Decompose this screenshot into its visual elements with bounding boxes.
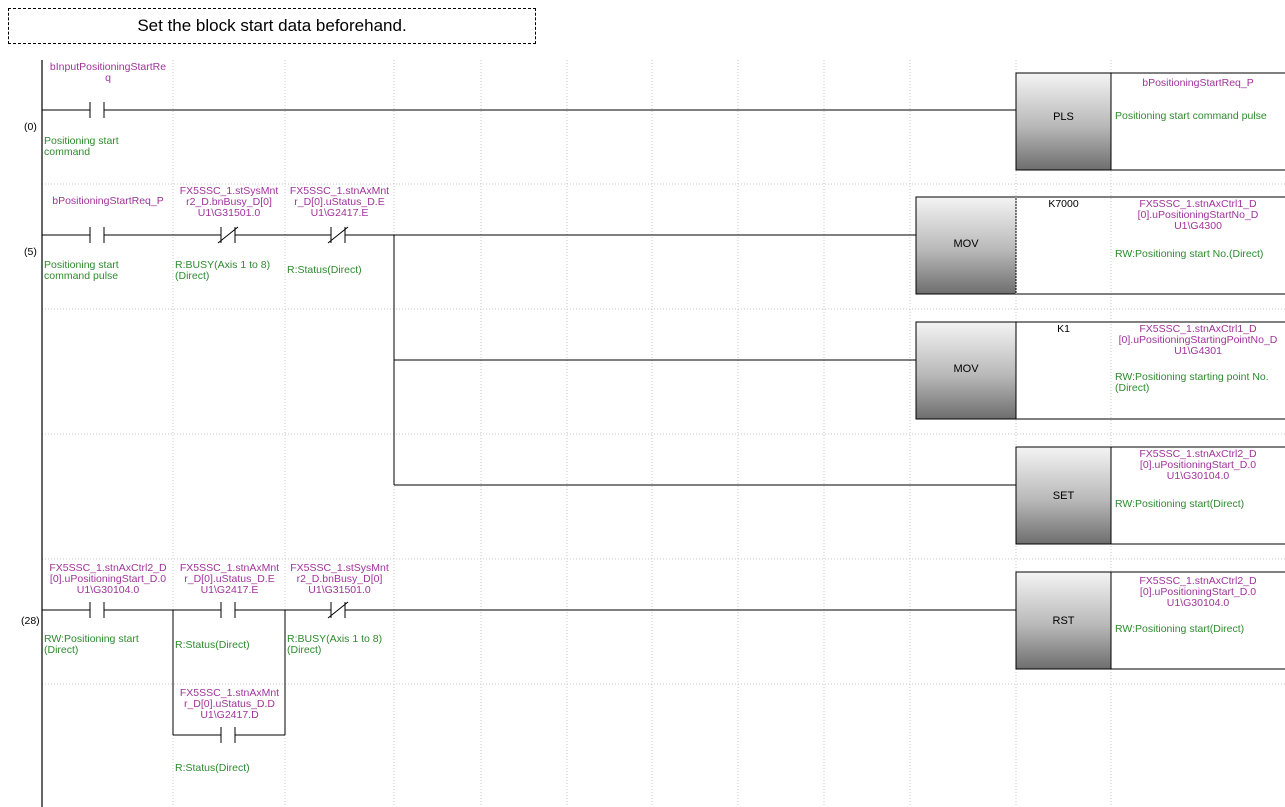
- contact-device-label[interactable]: FX5SSC_1.stnAxMnt r_D[0].uStatus_D.E U1\…: [174, 563, 285, 596]
- contact-device-label[interactable]: FX5SSC_1.stSysMnt r2_D.bnBusy_D[0] U1\G3…: [285, 563, 394, 596]
- contact-device-label[interactable]: bInputPositioningStartRe q: [44, 62, 172, 84]
- rst-destination-comment: RW:Positioning start(Direct): [1115, 623, 1245, 635]
- contact-comment: R:BUSY(Axis 1 to 8) (Direct): [175, 259, 271, 282]
- contact-comment: RW:Positioning start (Direct): [44, 633, 139, 656]
- contact-comment: Positioning start command: [44, 135, 119, 158]
- coil-comment: Positioning start command pulse: [1115, 110, 1267, 122]
- set-destination-device[interactable]: FX5SSC_1.stnAxCtrl2_D [0].uPositioningSt…: [1111, 449, 1285, 482]
- set-instruction-label: SET: [1052, 490, 1075, 502]
- contact-device-label[interactable]: bPositioningStartReq_P: [44, 196, 172, 207]
- rst-destination-device[interactable]: FX5SSC_1.stnAxCtrl2_D [0].uPositioningSt…: [1111, 576, 1285, 609]
- mov-instruction-label: MOV: [953, 238, 979, 250]
- mov-source-operand[interactable]: K7000: [1016, 199, 1111, 210]
- mov-source-operand[interactable]: K1: [1016, 324, 1111, 335]
- pls-instruction-label: PLS: [1053, 111, 1074, 123]
- mov-destination-comment: RW:Positioning start No.(Direct): [1115, 248, 1264, 260]
- contact-device-label[interactable]: FX5SSC_1.stSysMnt r2_D.bnBusy_D[0] U1\G3…: [174, 186, 284, 219]
- contact-comment: R:Status(Direct): [175, 762, 250, 774]
- contact-device-label[interactable]: FX5SSC_1.stnAxMnt r_D[0].uStatus_D.D U1\…: [174, 688, 285, 721]
- contact-comment: R:Status(Direct): [287, 264, 362, 276]
- step-number-28: (28): [21, 615, 40, 627]
- step-number-5: (5): [24, 246, 37, 258]
- contact-device-label[interactable]: FX5SSC_1.stnAxMnt r_D[0].uStatus_D.E U1\…: [285, 186, 394, 219]
- set-destination-comment: RW:Positioning start(Direct): [1115, 498, 1245, 510]
- mov-destination-comment: RW:Positioning starting point No. (Direc…: [1115, 371, 1269, 394]
- mov-destination-device[interactable]: FX5SSC_1.stnAxCtrl1_D [0].uPositioningSt…: [1111, 199, 1285, 232]
- mov-destination-device[interactable]: FX5SSC_1.stnAxCtrl1_D [0].uPositioningSt…: [1111, 324, 1285, 357]
- mov-instruction-label: MOV: [953, 363, 979, 375]
- coil-device-label[interactable]: bPositioningStartReq_P: [1113, 78, 1283, 89]
- contact-comment: R:Status(Direct): [175, 639, 250, 651]
- contact-comment: Positioning start command pulse: [44, 259, 119, 282]
- step-number-0: (0): [24, 121, 37, 133]
- contact-comment: R:BUSY(Axis 1 to 8) (Direct): [287, 633, 383, 656]
- comment-note: Set the block start data beforehand.: [8, 8, 536, 44]
- contact-device-label[interactable]: FX5SSC_1.stnAxCtrl2_D [0].uPositioningSt…: [42, 563, 174, 596]
- rst-instruction-label: RST: [1052, 615, 1075, 627]
